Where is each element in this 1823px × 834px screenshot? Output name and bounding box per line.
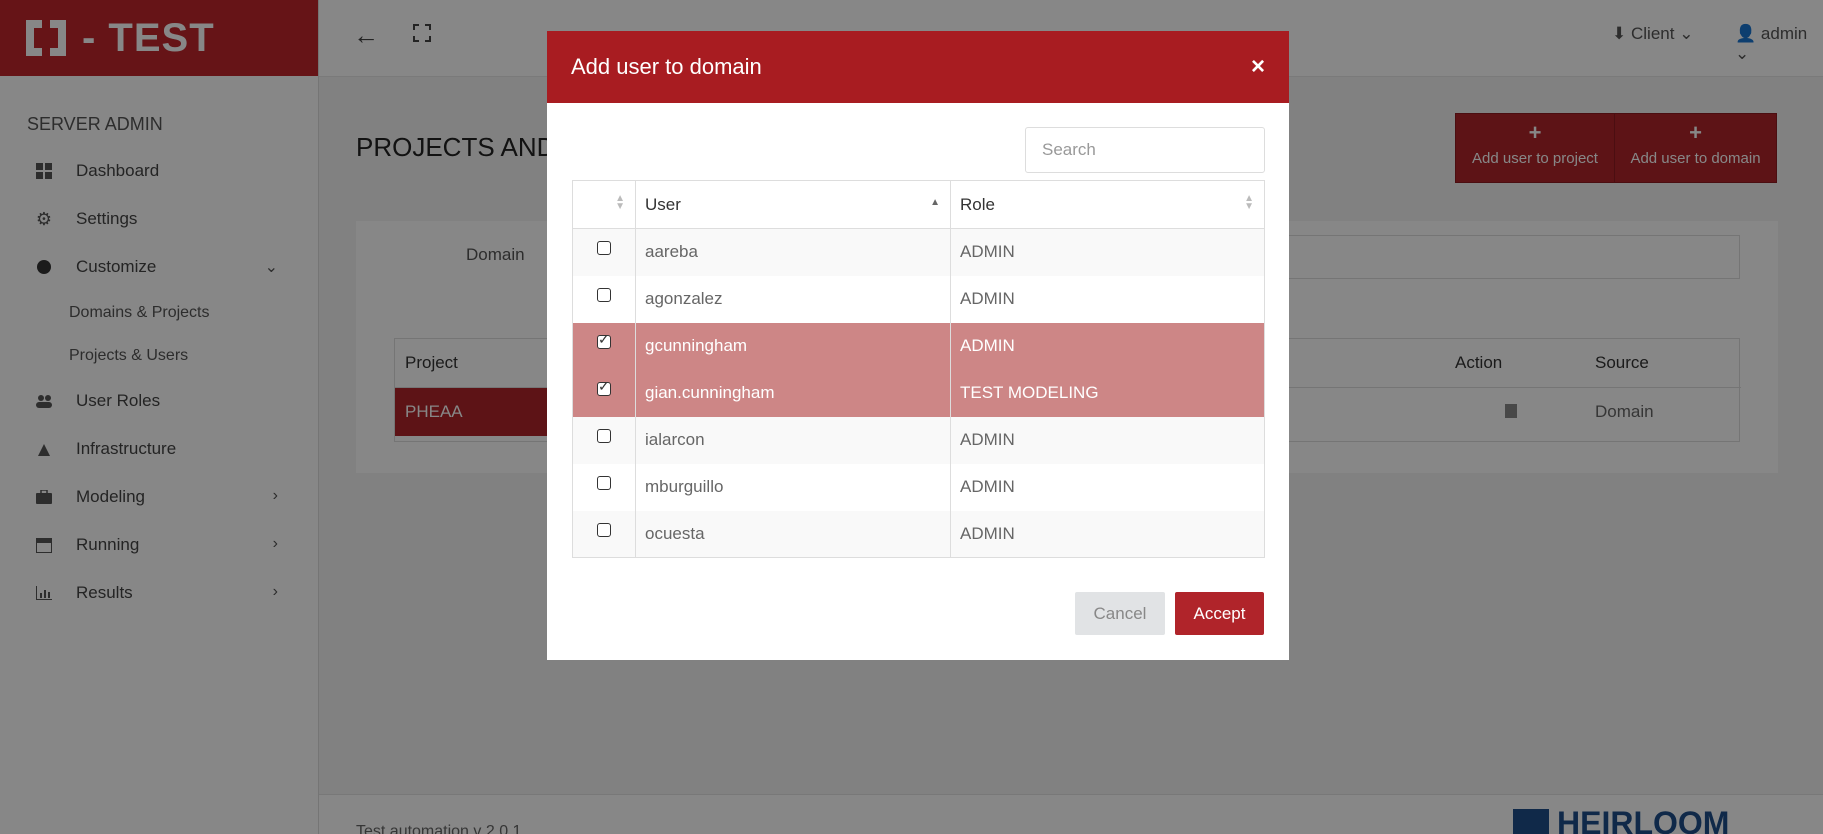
user-cell: ialarcon bbox=[635, 416, 951, 464]
accept-button[interactable]: Accept bbox=[1175, 592, 1264, 635]
role-column-header[interactable]: Role ▲ ▼ bbox=[950, 180, 1265, 229]
user-cell: aareba bbox=[635, 228, 951, 276]
role-cell: ADMIN bbox=[950, 510, 1265, 558]
sort-icon: ▲ ▼ bbox=[1244, 193, 1254, 212]
row-checkbox[interactable] bbox=[597, 378, 611, 396]
user-cell: gian.cunningham bbox=[635, 369, 951, 417]
user-cell: ocuesta bbox=[635, 510, 951, 558]
select-column-header[interactable]: ▲ ▼ bbox=[572, 180, 636, 229]
table-row[interactable]: ialarcon ADMIN bbox=[572, 416, 1265, 464]
users-table: ▲ ▼ User ▲ Role ▲ ▼ aareba ADMIN agonzal… bbox=[572, 180, 1265, 558]
table-row[interactable]: mburguillo ADMIN bbox=[572, 463, 1265, 511]
modal-search-input[interactable]: Search bbox=[1025, 127, 1265, 173]
cancel-button[interactable]: Cancel bbox=[1075, 592, 1165, 635]
close-icon[interactable]: × bbox=[1251, 53, 1265, 81]
sort-icon: ▲ ▼ bbox=[615, 193, 625, 212]
row-checkbox[interactable] bbox=[597, 331, 611, 349]
role-header-label: Role bbox=[960, 194, 995, 214]
modal-title: Add user to domain bbox=[571, 54, 762, 79]
role-cell: ADMIN bbox=[950, 275, 1265, 323]
role-cell: ADMIN bbox=[950, 228, 1265, 276]
user-cell: gcunningham bbox=[635, 322, 951, 370]
role-cell: TEST MODELING bbox=[950, 369, 1265, 417]
table-row[interactable]: gian.cunningham TEST MODELING bbox=[572, 369, 1265, 417]
table-row[interactable]: aareba ADMIN bbox=[572, 228, 1265, 276]
row-checkbox[interactable] bbox=[597, 522, 611, 537]
row-checkbox[interactable] bbox=[597, 288, 611, 302]
row-checkbox[interactable] bbox=[597, 476, 611, 490]
add-user-to-domain-modal: Add user to domain × Search ▲ ▼ User ▲ Ro… bbox=[547, 31, 1289, 660]
user-column-header[interactable]: User ▲ bbox=[635, 180, 951, 229]
modal-header: Add user to domain × bbox=[547, 31, 1289, 103]
row-checkbox[interactable] bbox=[597, 429, 611, 443]
user-cell: agonzalez bbox=[635, 275, 951, 323]
sort-asc-icon: ▲ bbox=[930, 197, 940, 208]
table-row[interactable]: gcunningham ADMIN bbox=[572, 322, 1265, 370]
role-cell: ADMIN bbox=[950, 463, 1265, 511]
role-cell: ADMIN bbox=[950, 322, 1265, 370]
table-row[interactable]: ocuesta ADMIN bbox=[572, 510, 1265, 558]
role-cell: ADMIN bbox=[950, 416, 1265, 464]
user-header-label: User bbox=[645, 194, 681, 214]
row-checkbox[interactable] bbox=[597, 241, 611, 256]
user-cell: mburguillo bbox=[635, 463, 951, 511]
table-row[interactable]: agonzalez ADMIN bbox=[572, 275, 1265, 323]
